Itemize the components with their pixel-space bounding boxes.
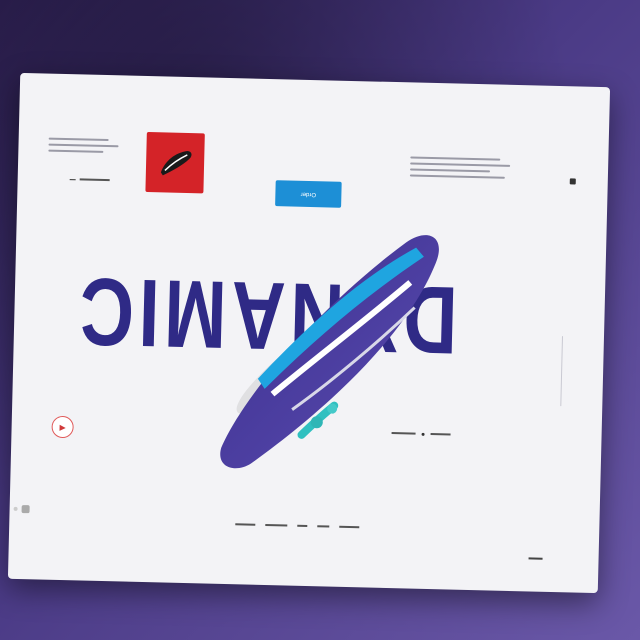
social-links bbox=[13, 503, 37, 516]
sneaker-hero-image bbox=[220, 235, 439, 469]
chevron-icon bbox=[69, 178, 76, 180]
scroll-indicator[interactable] bbox=[560, 336, 563, 407]
landing-page-card: Order DYNAMIC ▶ bbox=[7, 72, 611, 594]
product-description-left bbox=[48, 134, 129, 158]
nav-item[interactable] bbox=[297, 524, 308, 528]
nav-item[interactable] bbox=[339, 525, 360, 529]
bottom-navigation bbox=[199, 522, 360, 529]
nav-item[interactable] bbox=[265, 523, 288, 527]
nav-item[interactable] bbox=[235, 523, 256, 526]
size-label bbox=[79, 178, 110, 182]
social-icon[interactable] bbox=[13, 506, 18, 511]
footer-text bbox=[528, 555, 543, 561]
size-selector[interactable] bbox=[69, 174, 140, 186]
product-description-right bbox=[409, 152, 521, 183]
play-icon[interactable]: ▶ bbox=[51, 415, 74, 439]
nav-item[interactable] bbox=[317, 525, 330, 528]
product-thumbnail[interactable] bbox=[145, 131, 205, 194]
sneaker-thumbnail-icon bbox=[160, 150, 192, 176]
menu-icon[interactable] bbox=[569, 178, 576, 185]
social-icon[interactable] bbox=[21, 505, 30, 514]
